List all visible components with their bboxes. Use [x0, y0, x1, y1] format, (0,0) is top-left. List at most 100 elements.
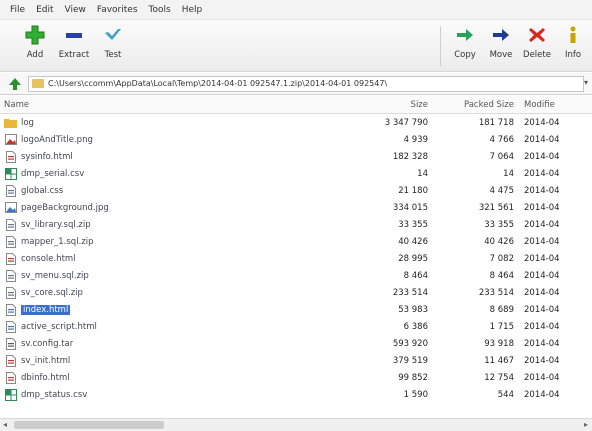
file-name: sv.config.tar — [21, 338, 74, 349]
table-row[interactable]: pageBackground.jpg 334 015 321 561 2014-04 — [0, 199, 592, 216]
delete-button[interactable]: Delete — [520, 24, 554, 60]
file-name: sv_library.sql.zip — [21, 219, 91, 230]
column-name[interactable]: Name — [0, 100, 380, 110]
file-size: 4 939 — [403, 134, 428, 145]
image-icon — [4, 202, 17, 214]
up-folder-icon[interactable] — [6, 75, 24, 93]
scroll-left-icon[interactable]: ◂ — [3, 420, 7, 429]
extract-button[interactable]: Extract — [57, 24, 91, 60]
menu-help[interactable]: Help — [182, 5, 203, 15]
scroll-right-icon[interactable]: ▸ — [584, 420, 588, 429]
chevron-down-icon[interactable]: ▾ — [584, 78, 588, 87]
file-name-cell: sysinfo.html — [0, 150, 380, 163]
folder-icon — [32, 79, 44, 88]
file-name: sv_init.html — [21, 355, 71, 366]
file-name: sv_core.sql.zip — [21, 287, 83, 298]
file-packed-size: 544 — [497, 389, 514, 400]
file-size: 99 852 — [398, 372, 428, 383]
file-packed-size: 33 355 — [484, 219, 514, 230]
table-row[interactable]: sv_menu.sql.zip 8 464 8 464 2014-04 — [0, 267, 592, 284]
toolbar-separator — [440, 26, 441, 66]
table-row[interactable]: sv_core.sql.zip 233 514 233 514 2014-04 — [0, 284, 592, 301]
file-name-cell: sv_core.sql.zip — [0, 286, 380, 299]
table-row[interactable]: dmp_serial.csv 14 14 2014-04 — [0, 165, 592, 182]
scrollbar-thumb[interactable] — [14, 421, 164, 429]
copy-button[interactable]: Copy — [448, 24, 482, 60]
menu-view[interactable]: View — [65, 5, 86, 15]
html-icon — [4, 252, 17, 265]
table-row[interactable]: sv.config.tar 593 920 93 918 2014-04 — [0, 335, 592, 352]
file-name-cell: logoAndTitle.png — [0, 134, 380, 146]
table-row[interactable]: active_script.html 6 386 1 715 2014-04 — [0, 318, 592, 335]
file-packed-size: 4 475 — [489, 185, 514, 196]
path-input[interactable]: C:\Users\ccomm\AppData\Local\Temp\2014-0… — [28, 75, 584, 92]
file-packed-size: 8 689 — [489, 304, 514, 315]
file-name: console.html — [21, 253, 76, 264]
column-packed-size[interactable]: Packed Size — [432, 100, 518, 110]
image-icon — [4, 134, 17, 146]
file-modified: 2014-04 — [524, 236, 560, 247]
test-button[interactable]: Test — [96, 24, 130, 60]
file-name-cell: sv_init.html — [0, 354, 380, 367]
list-header: Name Size Packed Size Modifie — [0, 96, 592, 114]
file-modified: 2014-04 — [524, 321, 560, 332]
table-row[interactable]: console.html 28 995 7 082 2014-04 — [0, 250, 592, 267]
file-size: 28 995 — [398, 253, 428, 264]
menu-edit[interactable]: Edit — [36, 5, 53, 15]
delete-x-icon — [526, 24, 548, 46]
table-row[interactable]: mapper_1.sql.zip 40 426 40 426 2014-04 — [0, 233, 592, 250]
file-modified: 2014-04 — [524, 117, 560, 128]
move-button[interactable]: Move — [484, 24, 518, 60]
file-size: 53 983 — [398, 304, 428, 315]
add-button[interactable]: Add — [18, 24, 52, 60]
file-packed-size: 233 514 — [478, 287, 514, 298]
path-text: C:\Users\ccomm\AppData\Local\Temp\2014-0… — [48, 79, 388, 88]
file-size: 6 386 — [403, 321, 428, 332]
table-row[interactable]: sysinfo.html 182 328 7 064 2014-04 — [0, 148, 592, 165]
file-name-cell: sv_library.sql.zip — [0, 218, 380, 231]
file-size: 1 590 — [403, 389, 428, 400]
table-row[interactable]: sv_library.sql.zip 33 355 33 355 2014-04 — [0, 216, 592, 233]
file-size: 40 426 — [398, 236, 428, 247]
table-row[interactable]: global.css 21 180 4 475 2014-04 — [0, 182, 592, 199]
file-name: sysinfo.html — [21, 151, 73, 162]
file-packed-size: 1 715 — [489, 321, 514, 332]
file-list: Name Size Packed Size Modifie log 3 347 7… — [0, 96, 592, 418]
menu-bar: File Edit View Favorites Tools Help — [0, 0, 592, 20]
file-packed-size: 181 718 — [478, 117, 514, 128]
spreadsheet-icon — [4, 388, 17, 401]
table-row[interactable]: dbinfo.html 99 852 12 754 2014-04 — [0, 369, 592, 386]
file-name: dbinfo.html — [21, 372, 70, 383]
file-modified: 2014-04 — [524, 168, 560, 179]
file-size: 21 180 — [398, 185, 428, 196]
table-row[interactable]: index.html 53 983 8 689 2014-04 — [0, 301, 592, 318]
file-name: index.html — [21, 304, 71, 315]
file-size: 593 920 — [392, 338, 428, 349]
menu-file[interactable]: File — [10, 5, 25, 15]
file-name-cell: sv_menu.sql.zip — [0, 269, 380, 282]
file-name-cell: dmp_status.csv — [0, 388, 380, 401]
extract-minus-icon — [63, 24, 85, 46]
table-row[interactable]: sv_init.html 379 519 11 467 2014-04 — [0, 352, 592, 369]
table-row[interactable]: logoAndTitle.png 4 939 4 766 2014-04 — [0, 131, 592, 148]
horizontal-scrollbar[interactable]: ◂ ▸ — [0, 418, 592, 431]
menu-tools[interactable]: Tools — [149, 5, 171, 15]
file-size: 182 328 — [392, 151, 428, 162]
file-modified: 2014-04 — [524, 151, 560, 162]
info-button[interactable]: Info — [556, 24, 590, 60]
file-packed-size: 7 064 — [489, 151, 514, 162]
file-size: 379 519 — [392, 355, 428, 366]
file-modified: 2014-04 — [524, 287, 560, 298]
column-size[interactable]: Size — [380, 100, 432, 110]
table-row[interactable]: dmp_status.csv 1 590 544 2014-04 — [0, 386, 592, 403]
file-modified: 2014-04 — [524, 372, 560, 383]
file-packed-size: 4 766 — [489, 134, 514, 145]
file-name: mapper_1.sql.zip — [21, 236, 94, 247]
move-arrow-icon — [490, 24, 512, 46]
address-bar: C:\Users\ccomm\AppData\Local\Temp\2014-0… — [0, 73, 592, 95]
table-row[interactable]: log 3 347 790 181 718 2014-04 — [0, 114, 592, 131]
file-name-cell: index.html — [0, 303, 380, 316]
file-modified: 2014-04 — [524, 253, 560, 264]
menu-favorites[interactable]: Favorites — [97, 5, 138, 15]
column-modified[interactable]: Modifie — [518, 100, 592, 110]
